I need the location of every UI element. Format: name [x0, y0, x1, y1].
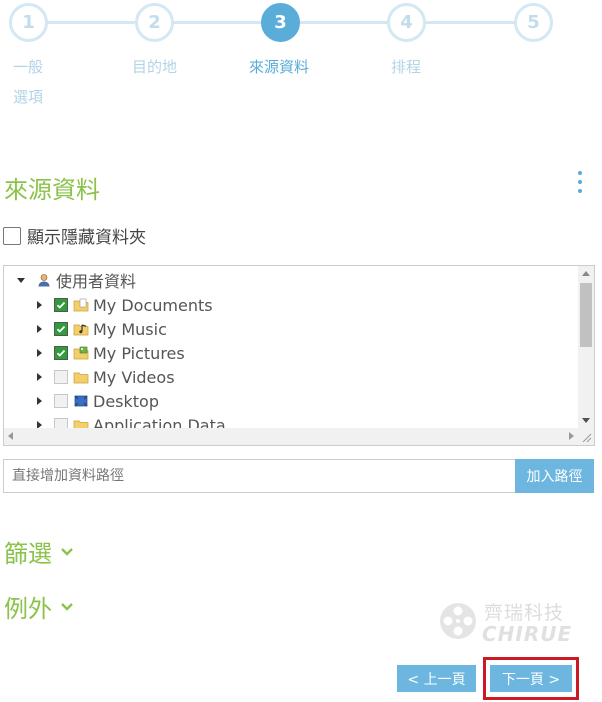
step-connector — [425, 21, 515, 24]
step-connector — [172, 21, 262, 24]
section-title: 來源資料 — [4, 176, 100, 204]
folder-icon — [73, 370, 89, 384]
documents-folder-icon — [73, 298, 89, 312]
scroll-thumb[interactable] — [580, 283, 592, 347]
step-connector — [298, 21, 388, 24]
expand-arrow-icon[interactable] — [34, 300, 44, 310]
user-icon — [36, 273, 52, 287]
step-5-circle[interactable]: 5 — [514, 3, 553, 42]
tree-item-checkbox[interactable] — [54, 322, 68, 336]
chevron-down-icon — [60, 547, 74, 557]
filters-toggle[interactable]: 篩選 — [4, 534, 74, 569]
tree-item-label: My Documents — [93, 295, 213, 315]
watermark-text-cn: 齊瑞科技 — [484, 602, 565, 624]
tree-item-checkbox[interactable] — [54, 370, 68, 384]
tree-item-label: My Videos — [93, 367, 175, 387]
folder-icon — [73, 418, 89, 428]
scroll-up-icon[interactable] — [582, 271, 590, 276]
tree-vertical-scrollbar[interactable] — [578, 266, 594, 428]
chevron-down-icon — [60, 602, 74, 612]
scroll-left-icon[interactable] — [8, 432, 13, 440]
step-3-label: 來源資料 — [249, 58, 310, 76]
resize-grip-icon[interactable] — [578, 428, 594, 445]
tree-item-checkbox[interactable] — [54, 298, 68, 312]
step-1-circle[interactable]: 1 — [9, 3, 48, 42]
filters-label: 篩選 — [4, 540, 52, 568]
path-input[interactable] — [3, 459, 515, 493]
tree-item-checkbox[interactable] — [54, 418, 68, 428]
previous-page-button[interactable]: < 上一頁 — [397, 665, 476, 692]
show-hidden-folders-checkbox[interactable] — [3, 226, 21, 245]
step-4-label: 排程 — [391, 58, 422, 76]
tree-item-desktop[interactable]: Desktop — [34, 389, 159, 413]
show-hidden-folders-label: 顯示隱藏資料夾 — [27, 228, 146, 248]
tree-item-my-pictures[interactable]: My Pictures — [34, 341, 185, 365]
step-connector — [45, 21, 135, 24]
step-2-label: 目的地 — [132, 58, 178, 76]
expand-arrow-icon[interactable] — [34, 324, 44, 334]
tree-root-label: 使用者資料 — [56, 272, 137, 291]
film-reel-icon — [440, 603, 476, 639]
tree-item-application-data[interactable]: Application Data — [34, 413, 226, 428]
show-hidden-folders-toggle[interactable]: 顯示隱藏資料夾 — [3, 223, 146, 248]
add-path-row: 加入路徑 — [3, 459, 594, 493]
tree-item-my-documents[interactable]: My Documents — [34, 293, 213, 317]
scroll-down-icon[interactable] — [582, 418, 590, 423]
expand-arrow-icon[interactable] — [34, 372, 44, 382]
tree-viewport: 使用者資料 My Documents My Music My Pictures … — [4, 266, 578, 428]
step-1-label: 一般選項 — [13, 58, 44, 106]
wizard-stepper: 1 2 3 4 5 一般選項 目的地 來源資料 排程 — [0, 0, 602, 110]
expand-arrow-icon[interactable] — [34, 348, 44, 358]
step-2-circle[interactable]: 2 — [135, 3, 174, 42]
tree-item-checkbox[interactable] — [54, 394, 68, 408]
pictures-folder-icon — [73, 346, 89, 360]
music-folder-icon — [73, 322, 89, 336]
tree-item-checkbox[interactable] — [54, 346, 68, 360]
source-tree[interactable]: 使用者資料 My Documents My Music My Pictures … — [3, 265, 595, 446]
tree-item-my-music[interactable]: My Music — [34, 317, 167, 341]
tree-item-my-videos[interactable]: My Videos — [34, 365, 175, 389]
next-button-highlight: 下一頁 > — [483, 657, 579, 700]
tree-item-label: My Pictures — [93, 343, 185, 363]
desktop-icon — [73, 394, 89, 408]
tree-root-row[interactable]: 使用者資料 — [16, 268, 136, 292]
watermark-logo: 齊瑞科技 CHIRUE — [438, 596, 571, 648]
tree-item-label: My Music — [93, 319, 167, 339]
step-3-circle[interactable]: 3 — [261, 3, 300, 42]
watermark-text-en: CHIRUE — [482, 622, 573, 646]
more-vert-icon[interactable] — [574, 171, 586, 193]
tree-horizontal-scrollbar[interactable] — [4, 428, 578, 445]
scroll-right-icon[interactable] — [569, 432, 574, 440]
tree-item-label: Application Data — [93, 415, 226, 429]
tree-item-label: Desktop — [93, 391, 159, 411]
step-4-circle[interactable]: 4 — [387, 3, 426, 42]
expand-arrow-icon[interactable] — [34, 420, 44, 428]
expand-arrow-icon[interactable] — [34, 396, 44, 406]
expand-arrow-icon[interactable] — [16, 275, 26, 285]
next-page-button[interactable]: 下一頁 > — [490, 665, 572, 692]
exceptions-label: 例外 — [4, 595, 52, 623]
add-path-button[interactable]: 加入路徑 — [515, 459, 594, 493]
exceptions-toggle[interactable]: 例外 — [4, 589, 74, 624]
